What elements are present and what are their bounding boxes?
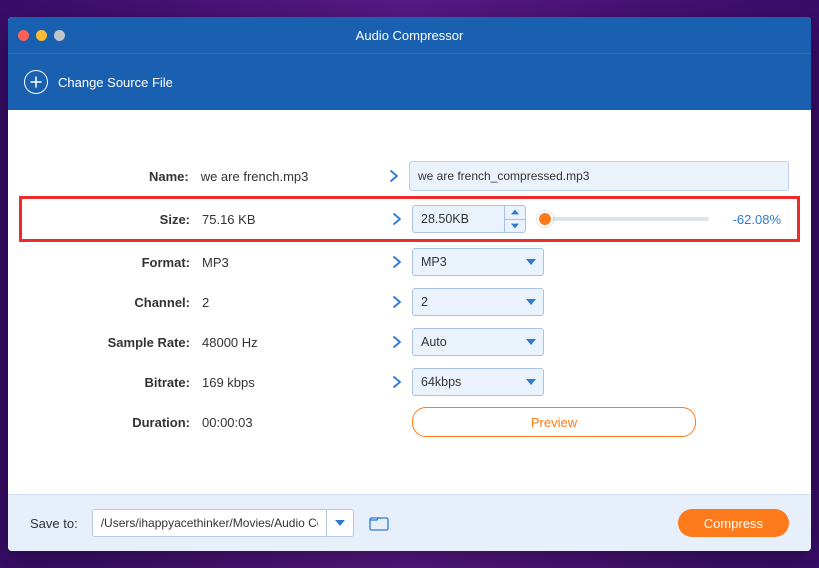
chevron-right-icon: [379, 169, 409, 183]
chevron-down-icon: [519, 299, 543, 305]
label-channel: Channel:: [30, 295, 202, 310]
size-slider[interactable]: [540, 217, 709, 221]
maximize-window-button[interactable]: [54, 30, 65, 41]
target-format-value: MP3: [413, 255, 519, 269]
preview-button-label: Preview: [531, 415, 577, 430]
source-size: 75.16 KB: [202, 212, 382, 227]
compress-button[interactable]: Compress: [678, 509, 789, 537]
label-duration: Duration:: [30, 415, 202, 430]
row-sample-rate: Sample Rate: 48000 Hz Auto: [30, 322, 789, 362]
target-sample-rate-value: Auto: [413, 335, 519, 349]
size-row-highlight: Size: 75.16 KB 28.50KB: [19, 196, 800, 242]
source-channel: 2: [202, 295, 382, 310]
target-size-stepper[interactable]: 28.50KB: [412, 205, 526, 233]
row-bitrate: Bitrate: 169 kbps 64kbps: [30, 362, 789, 402]
minimize-window-button[interactable]: [36, 30, 47, 41]
row-channel: Channel: 2 2: [30, 282, 789, 322]
target-channel-select[interactable]: 2: [412, 288, 544, 316]
label-bitrate: Bitrate:: [30, 375, 202, 390]
open-folder-button[interactable]: [368, 514, 390, 532]
chevron-right-icon: [382, 335, 412, 349]
preview-button[interactable]: Preview: [412, 407, 696, 437]
main-panel: Name: we are french.mp3 Size: 75.16 KB 2…: [8, 110, 811, 494]
target-format-select[interactable]: MP3: [412, 248, 544, 276]
save-path-combo: [92, 509, 354, 537]
save-path-dropdown-button[interactable]: [326, 510, 353, 536]
stepper-up-button[interactable]: [505, 206, 525, 220]
label-format: Format:: [30, 255, 202, 270]
source-format: MP3: [202, 255, 382, 270]
change-source-button[interactable]: Change Source File: [24, 70, 173, 94]
change-source-label: Change Source File: [58, 75, 173, 90]
chevron-down-icon: [519, 379, 543, 385]
source-sample-rate: 48000 Hz: [202, 335, 382, 350]
chevron-down-icon: [519, 339, 543, 345]
chevron-right-icon: [382, 255, 412, 269]
target-bitrate-select[interactable]: 64kbps: [412, 368, 544, 396]
slider-thumb[interactable]: [537, 211, 553, 227]
save-path-field[interactable]: [93, 510, 326, 536]
window-title: Audio Compressor: [356, 28, 464, 43]
source-duration: 00:00:03: [202, 415, 382, 430]
label-sample-rate: Sample Rate:: [30, 335, 202, 350]
size-delta: -62.08%: [719, 212, 781, 227]
label-size: Size:: [30, 212, 202, 227]
bottom-bar: Save to: Compress: [8, 494, 811, 551]
stepper-down-button[interactable]: [505, 220, 525, 233]
chevron-down-icon: [519, 259, 543, 265]
save-to-label: Save to:: [30, 516, 78, 531]
target-size-value: 28.50KB: [413, 212, 504, 226]
target-bitrate-value: 64kbps: [413, 375, 519, 389]
compress-button-label: Compress: [704, 516, 763, 531]
source-name: we are french.mp3: [201, 169, 380, 184]
row-format: Format: MP3 MP3: [30, 242, 789, 282]
app-window: Audio Compressor Change Source File Name…: [8, 17, 811, 551]
plus-circle-icon: [24, 70, 48, 94]
label-name: Name:: [30, 169, 201, 184]
target-name-field[interactable]: [409, 161, 789, 191]
source-bitrate: 169 kbps: [202, 375, 382, 390]
row-duration: Duration: 00:00:03 Preview: [30, 402, 789, 442]
chevron-right-icon: [382, 375, 412, 389]
close-window-button[interactable]: [18, 30, 29, 41]
chevron-right-icon: [382, 212, 412, 226]
row-name: Name: we are french.mp3: [30, 156, 789, 196]
target-sample-rate-select[interactable]: Auto: [412, 328, 544, 356]
chevron-right-icon: [382, 295, 412, 309]
toolbar: Change Source File: [8, 54, 811, 110]
stepper-arrows: [504, 206, 525, 232]
traffic-lights: [18, 30, 65, 41]
titlebar: Audio Compressor: [8, 17, 811, 54]
target-channel-value: 2: [413, 295, 519, 309]
row-size: Size: 75.16 KB 28.50KB: [30, 199, 789, 239]
